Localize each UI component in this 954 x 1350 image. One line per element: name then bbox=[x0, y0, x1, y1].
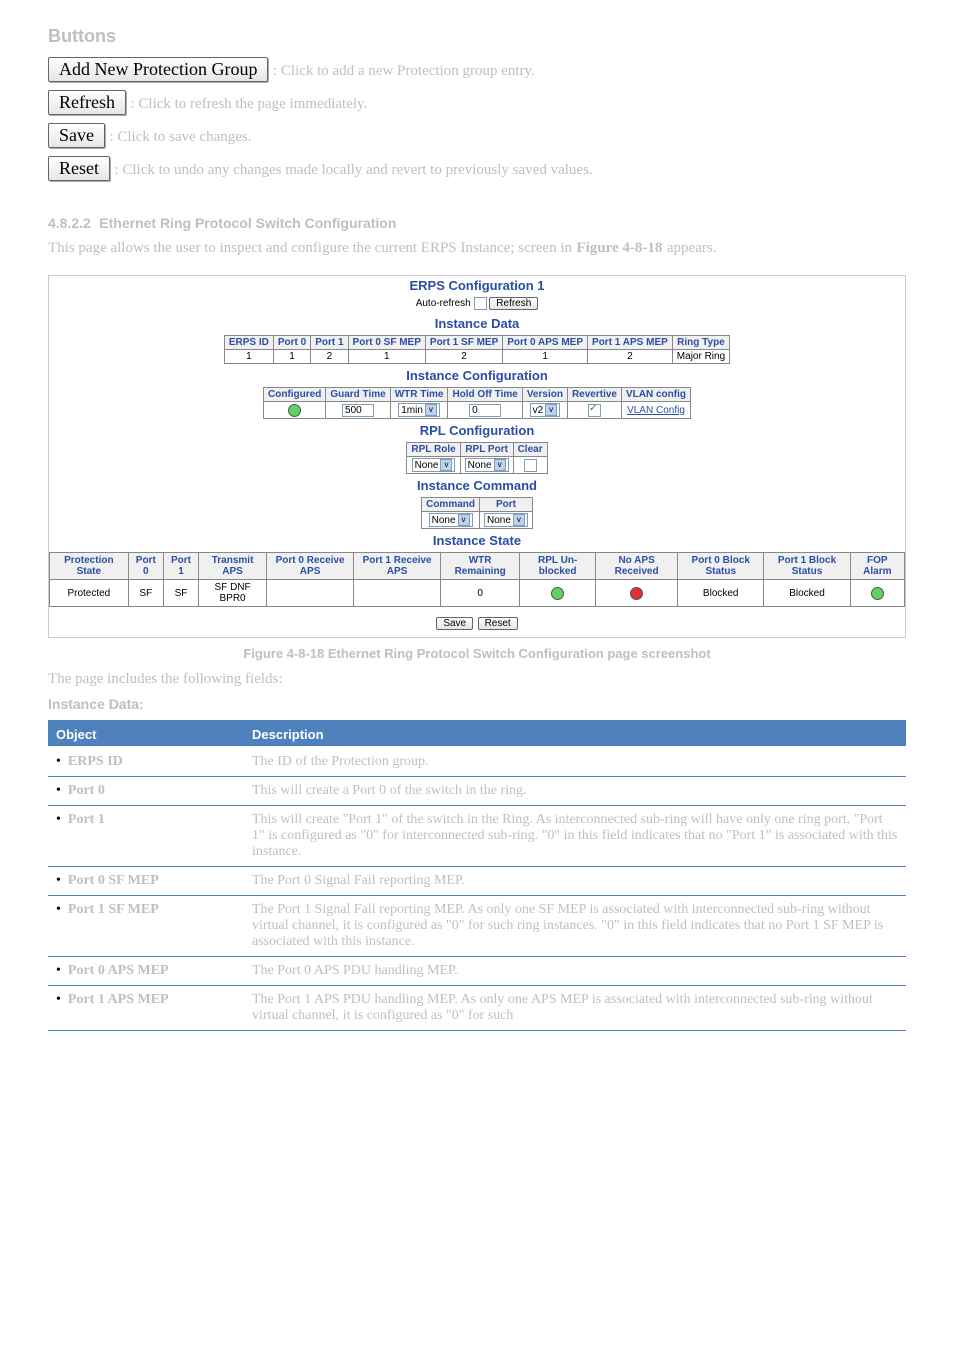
table-row: • Port 1 APS MEPThe Port 1 APS PDU handl… bbox=[48, 986, 906, 1031]
desc-text: This will create "Port 1" of the switch … bbox=[244, 806, 906, 867]
rpl-config-table: RPL Role RPL Port Clear Nonev Nonev bbox=[406, 442, 547, 474]
page-title: ERPS Configuration 1 bbox=[49, 276, 905, 295]
add-protection-group-button[interactable]: Add New Protection Group bbox=[48, 57, 268, 82]
col-p1sfmep: Port 1 SF MEP bbox=[425, 336, 502, 350]
desc-object: • Port 0 SF MEP bbox=[48, 867, 244, 896]
refresh-button-top[interactable]: Refresh bbox=[48, 90, 126, 115]
desc-text: This will create a Port 0 of the switch … bbox=[244, 777, 906, 806]
rpl-config-heading: RPL Configuration bbox=[49, 419, 905, 442]
reset-button-top[interactable]: Reset bbox=[48, 156, 110, 181]
col-p0apsmep: Port 0 APS MEP bbox=[503, 336, 588, 350]
table-row: • Port 1This will create "Port 1" of the… bbox=[48, 806, 906, 867]
subsection-intro-a: This page allows the user to inspect and… bbox=[48, 240, 572, 256]
instance-command-table: Command Port Nonev Nonev bbox=[421, 497, 533, 529]
instance-config-table: Configured Guard Time WTR Time Hold Off … bbox=[263, 387, 691, 419]
chevron-down-icon: v bbox=[425, 404, 437, 416]
desc-text: The Port 0 APS PDU handling MEP. bbox=[244, 957, 906, 986]
hold-off-input[interactable]: 0 bbox=[469, 404, 501, 417]
desc-text: The Port 0 Signal Fail reporting MEP. bbox=[244, 867, 906, 896]
desc-object: • Port 0 bbox=[48, 777, 244, 806]
vlan-config-link[interactable]: VLAN Config bbox=[627, 405, 685, 416]
chevron-down-icon: v bbox=[494, 459, 506, 471]
section-title-buttons: Buttons bbox=[48, 26, 906, 47]
save-button-desc: : Click to save changes. bbox=[109, 129, 251, 145]
add-protection-group-desc: : Click to add a new Protection group en… bbox=[273, 63, 535, 79]
guard-time-input[interactable]: 500 bbox=[342, 404, 374, 417]
revertive-checkbox[interactable] bbox=[588, 404, 601, 417]
rpl-port-select[interactable]: Nonev bbox=[465, 458, 509, 472]
refresh-button-inner[interactable]: Refresh bbox=[489, 297, 538, 310]
description-table: Object Description • ERPS IDThe ID of th… bbox=[48, 720, 906, 1031]
auto-refresh-checkbox[interactable] bbox=[474, 297, 487, 310]
desc-object: • ERPS ID bbox=[48, 747, 244, 777]
col-erps-id: ERPS ID bbox=[224, 336, 273, 350]
col-description: Description bbox=[244, 722, 906, 748]
fop-alarm-dot-icon bbox=[871, 587, 884, 600]
col-p1apsmep: Port 1 APS MEP bbox=[588, 336, 673, 350]
command-port-select[interactable]: Nonev bbox=[484, 513, 528, 527]
instance-command-heading: Instance Command bbox=[49, 474, 905, 497]
instance-config-heading: Instance Configuration bbox=[49, 364, 905, 387]
figure-caption: Figure 4-8-18 Ethernet Ring Protocol Swi… bbox=[48, 646, 906, 661]
clear-checkbox[interactable] bbox=[524, 459, 537, 472]
col-port1: Port 1 bbox=[311, 336, 348, 350]
table-row: • Port 1 SF MEPThe Port 1 Signal Fail re… bbox=[48, 896, 906, 957]
save-button-top[interactable]: Save bbox=[48, 123, 105, 148]
chevron-down-icon: v bbox=[440, 459, 452, 471]
instance-data-subtitle: Instance Data: bbox=[48, 696, 906, 712]
no-aps-received-dot-icon bbox=[630, 587, 643, 600]
command-select[interactable]: Nonev bbox=[429, 513, 473, 527]
subsection-title: Ethernet Ring Protocol Switch Configurat… bbox=[99, 215, 396, 231]
desc-text: The Port 1 Signal Fail reporting MEP. As… bbox=[244, 896, 906, 957]
desc-object: • Port 0 APS MEP bbox=[48, 957, 244, 986]
table-row: 500 1minv 0 v2v VLAN Config bbox=[264, 402, 691, 419]
reset-button-desc: : Click to undo any changes made locally… bbox=[114, 162, 592, 178]
table-row: • Port 0 APS MEPThe Port 0 APS PDU handl… bbox=[48, 957, 906, 986]
desc-object: • Port 1 APS MEP bbox=[48, 986, 244, 1031]
erps-config-screenshot: ERPS Configuration 1 Auto-refresh Refres… bbox=[48, 275, 906, 638]
col-object: Object bbox=[48, 722, 244, 748]
desc-object: • Port 1 SF MEP bbox=[48, 896, 244, 957]
table-row: Nonev Nonev bbox=[422, 512, 533, 529]
chevron-down-icon: v bbox=[513, 514, 525, 526]
refresh-button-desc: : Click to refresh the page immediately. bbox=[130, 96, 367, 112]
table-row: 1 1 2 1 2 1 2 Major Ring bbox=[224, 350, 729, 364]
reset-button-inner[interactable]: Reset bbox=[478, 617, 518, 630]
chevron-down-icon: v bbox=[458, 514, 470, 526]
instance-state-heading: Instance State bbox=[49, 529, 905, 552]
desc-text: The Port 1 APS PDU handling MEP. As only… bbox=[244, 986, 906, 1031]
instance-state-table: Protection State Port 0 Port 1 Transmit … bbox=[49, 552, 905, 607]
table-row: • ERPS IDThe ID of the Protection group. bbox=[48, 747, 906, 777]
rpl-unblocked-dot-icon bbox=[551, 587, 564, 600]
desc-intro: The page includes the following fields: bbox=[48, 671, 906, 688]
auto-refresh-label: Auto-refresh bbox=[416, 298, 471, 309]
table-row: Protected SF SF SF DNF BPR0 0 Blocked Bl… bbox=[50, 580, 905, 607]
table-row: Nonev Nonev bbox=[407, 457, 547, 474]
subsection-number: 4.8.2.2 bbox=[48, 215, 91, 231]
subsection-intro-figref: Figure 4-8-18 bbox=[576, 240, 662, 256]
table-row: • Port 0 SF MEPThe Port 0 Signal Fail re… bbox=[48, 867, 906, 896]
save-button-inner[interactable]: Save bbox=[436, 617, 473, 630]
wtr-time-select[interactable]: 1minv bbox=[398, 403, 440, 417]
configured-dot-icon bbox=[288, 404, 301, 417]
rpl-role-select[interactable]: Nonev bbox=[412, 458, 456, 472]
instance-data-heading: Instance Data bbox=[49, 312, 905, 335]
version-select[interactable]: v2v bbox=[530, 403, 561, 417]
col-ringtype: Ring Type bbox=[672, 336, 729, 350]
desc-object: • Port 1 bbox=[48, 806, 244, 867]
subsection-intro-tail: appears. bbox=[667, 240, 717, 256]
chevron-down-icon: v bbox=[545, 404, 557, 416]
desc-text: The ID of the Protection group. bbox=[244, 747, 906, 777]
col-port0: Port 0 bbox=[273, 336, 310, 350]
table-row: • Port 0This will create a Port 0 of the… bbox=[48, 777, 906, 806]
instance-data-table: ERPS ID Port 0 Port 1 Port 0 SF MEP Port… bbox=[224, 335, 730, 364]
col-p0sfmep: Port 0 SF MEP bbox=[348, 336, 425, 350]
